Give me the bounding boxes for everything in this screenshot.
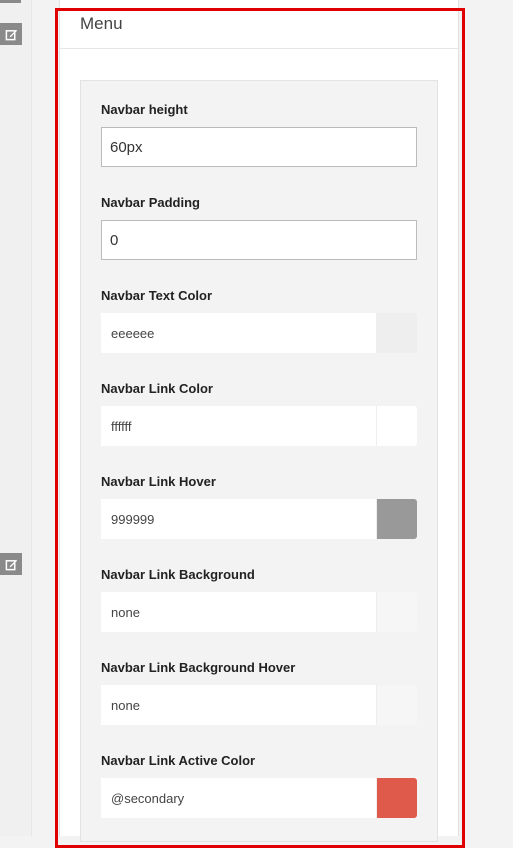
color-swatch[interactable] (376, 313, 417, 353)
field-label: Navbar Link Hover (101, 474, 216, 489)
field-label: Navbar Padding (101, 195, 200, 210)
field-label: Navbar height (101, 102, 188, 117)
color-picker (101, 685, 417, 725)
color-picker (101, 592, 417, 632)
field-label: Navbar Text Color (101, 288, 213, 303)
navbar-link-active-color-input[interactable] (101, 778, 376, 818)
color-swatch[interactable] (376, 592, 417, 632)
field-navbar-link-active-color: Navbar Link Active Color (101, 752, 417, 818)
field-navbar-link-background: Navbar Link Background (101, 566, 417, 632)
left-strip (0, 0, 32, 836)
field-label: Navbar Link Color (101, 381, 213, 396)
navbar-height-input[interactable] (101, 127, 417, 167)
field-label: Navbar Link Background (101, 567, 255, 582)
color-swatch[interactable] (376, 685, 417, 725)
color-swatch[interactable] (376, 499, 417, 539)
divider (0, 0, 21, 3)
field-navbar-link-color: Navbar Link Color (101, 380, 417, 446)
field-label: Navbar Link Background Hover (101, 660, 296, 675)
navbar-text-color-input[interactable] (101, 313, 376, 353)
settings-box: Navbar height Navbar Padding Navbar Text… (80, 80, 438, 842)
navbar-link-background-hover-input[interactable] (101, 685, 376, 725)
navbar-link-hover-input[interactable] (101, 499, 376, 539)
field-navbar-link-hover: Navbar Link Hover (101, 473, 417, 539)
field-navbar-text-color: Navbar Text Color (101, 287, 417, 353)
navbar-link-color-input[interactable] (101, 406, 376, 446)
field-navbar-link-background-hover: Navbar Link Background Hover (101, 659, 417, 725)
edit-icon[interactable] (0, 23, 22, 45)
field-navbar-height: Navbar height (101, 101, 417, 167)
field-navbar-padding: Navbar Padding (101, 194, 417, 260)
color-picker (101, 406, 417, 446)
navbar-padding-input[interactable] (101, 220, 417, 260)
navbar-link-background-input[interactable] (101, 592, 376, 632)
menu-panel: Menu Navbar height Navbar Padding Navbar… (59, 0, 459, 842)
color-swatch[interactable] (376, 778, 417, 818)
panel-title: Menu (60, 0, 458, 49)
color-picker (101, 313, 417, 353)
color-picker (101, 499, 417, 539)
field-label: Navbar Link Active Color (101, 753, 256, 768)
color-swatch[interactable] (376, 406, 417, 446)
color-picker (101, 778, 417, 818)
edit-icon[interactable] (0, 553, 22, 575)
